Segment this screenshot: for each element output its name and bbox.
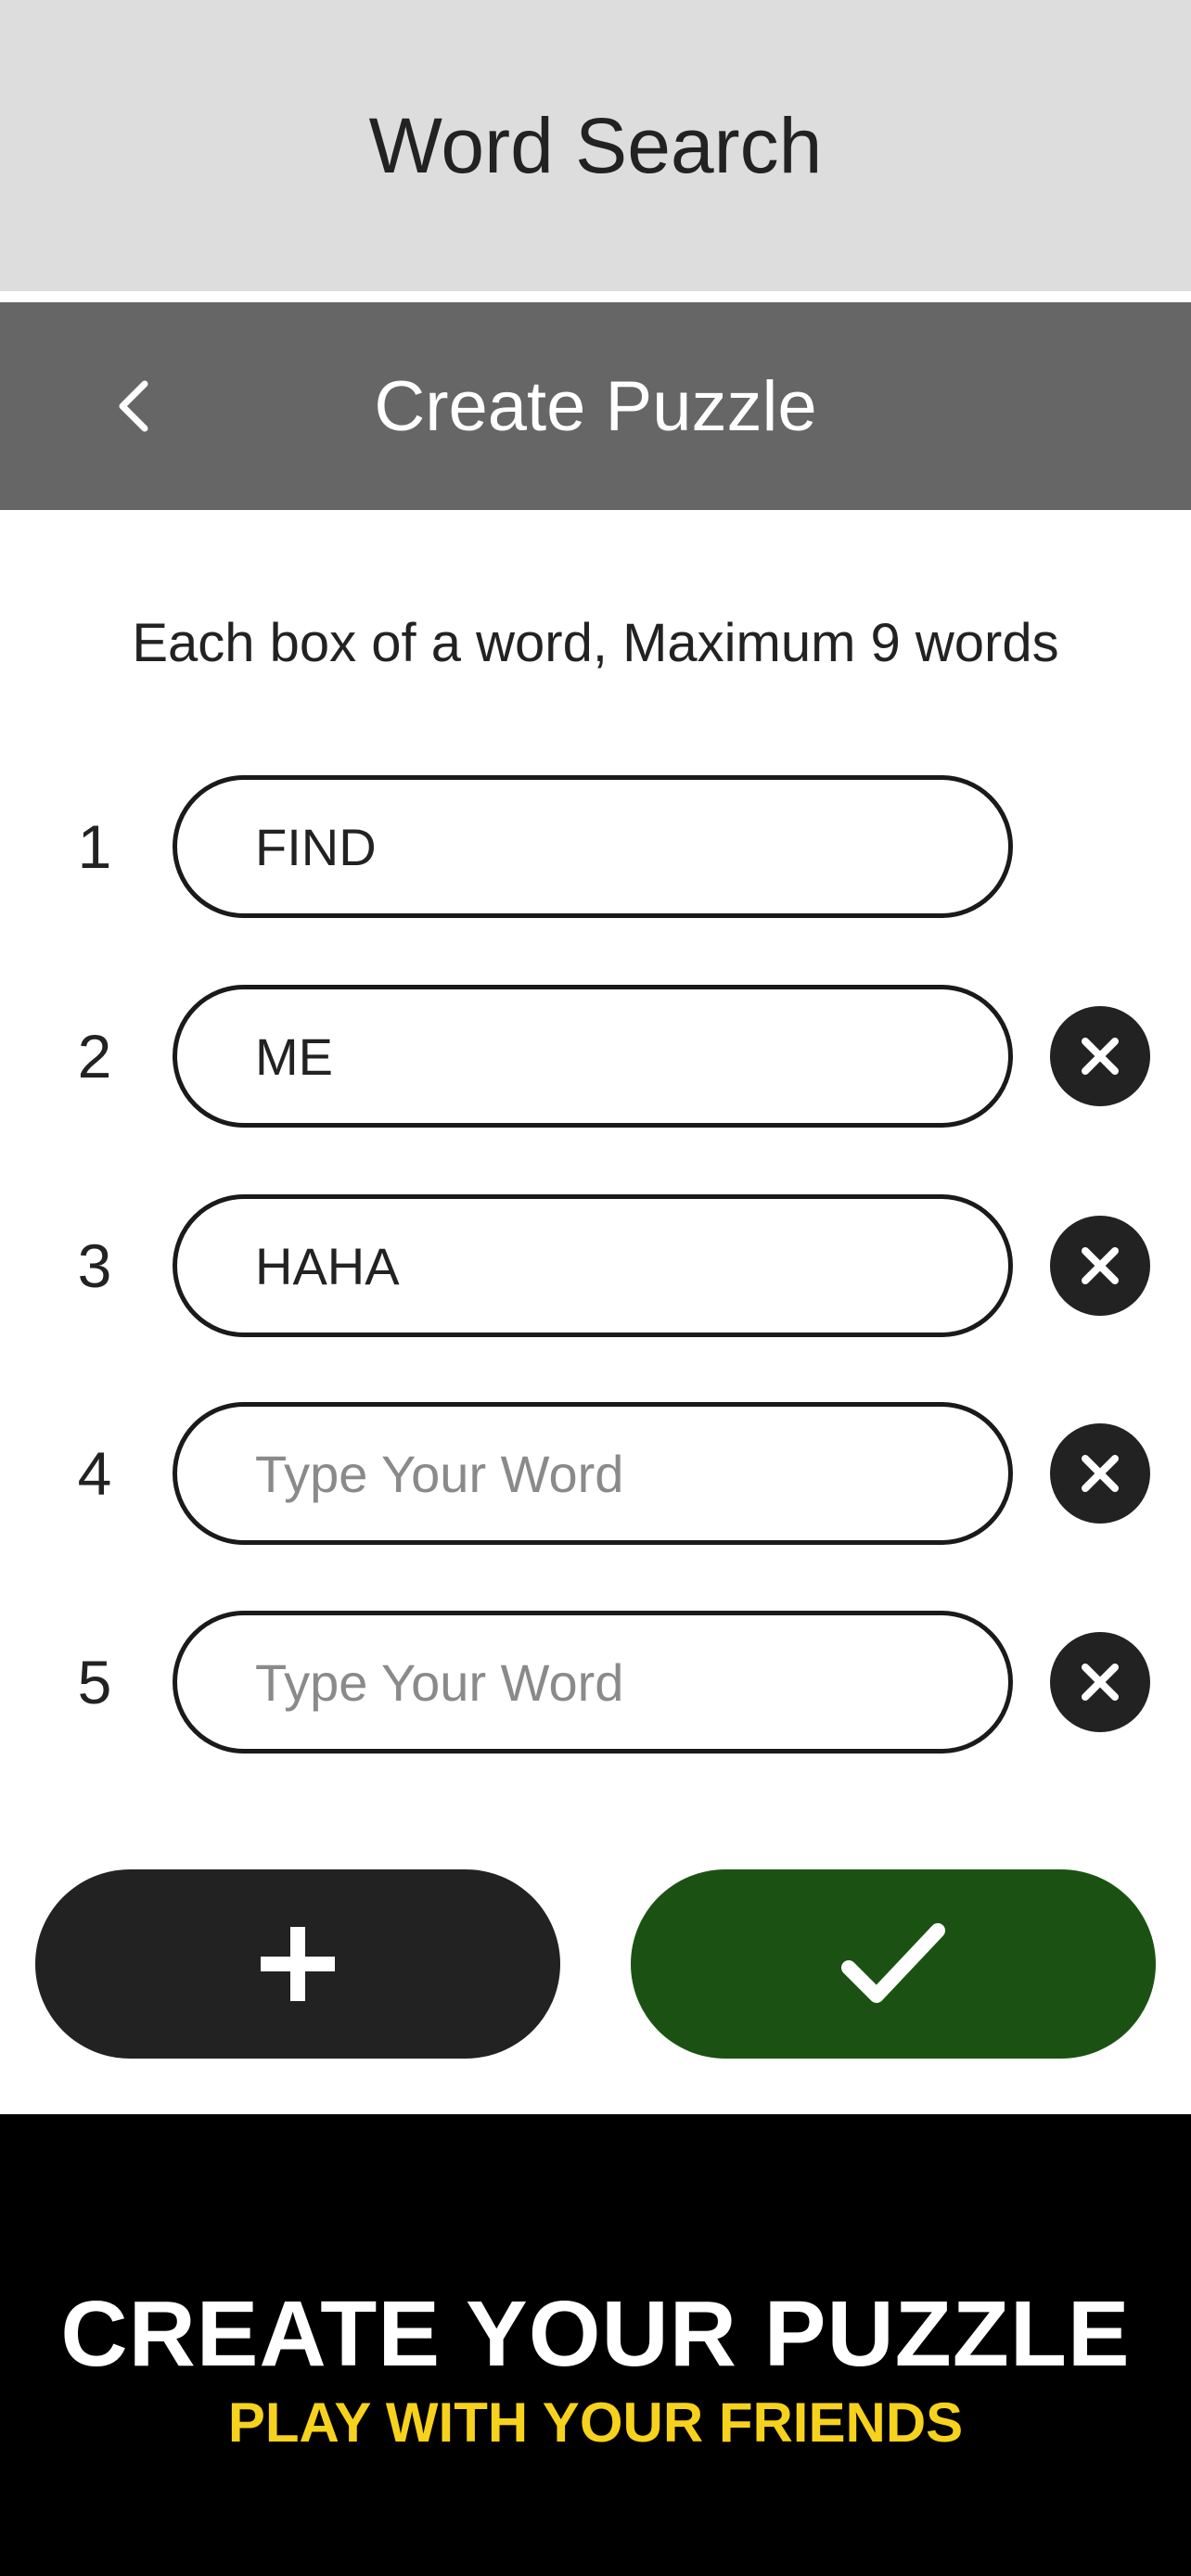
plus-icon xyxy=(261,1927,335,2001)
word-input-3[interactable] xyxy=(173,1194,1013,1337)
add-word-button[interactable] xyxy=(35,1869,560,2059)
word-row-3: 3 xyxy=(0,1194,1191,1337)
close-icon xyxy=(1082,1664,1119,1701)
word-input-4[interactable] xyxy=(173,1402,1013,1545)
word-row-5: 5 xyxy=(0,1611,1191,1753)
word-input-5[interactable] xyxy=(173,1611,1013,1753)
word-row-4: 4 xyxy=(0,1402,1191,1545)
close-icon xyxy=(1082,1038,1119,1075)
close-icon xyxy=(1082,1247,1119,1284)
promo-banner: CREATE YOUR PUZZLE PLAY WITH YOUR FRIEND… xyxy=(0,2114,1191,2576)
remove-word-button[interactable] xyxy=(1050,1006,1150,1106)
word-input-1[interactable] xyxy=(173,775,1013,918)
remove-word-button[interactable] xyxy=(1050,1216,1150,1316)
close-icon xyxy=(1082,1455,1119,1492)
remove-word-button[interactable] xyxy=(1050,1423,1150,1524)
checkmark-icon xyxy=(841,1923,945,2003)
instructions-text: Each box of a word, Maximum 9 words xyxy=(132,613,1059,673)
promo-subline: PLAY WITH YOUR FRIENDS xyxy=(227,2391,964,2454)
word-input-2[interactable] xyxy=(173,985,1013,1128)
row-number: 5 xyxy=(77,1648,112,1716)
word-row-1: 1 xyxy=(0,775,1191,918)
nav-bar: Create Puzzle xyxy=(0,302,1191,510)
remove-word-button[interactable] xyxy=(1050,1632,1150,1732)
row-number: 3 xyxy=(77,1231,112,1300)
header-divider xyxy=(0,291,1191,302)
chevron-left-icon xyxy=(119,380,148,432)
word-row-2: 2 xyxy=(0,985,1191,1128)
confirm-button[interactable] xyxy=(631,1869,1156,2059)
promo-headline: CREATE YOUR PUZZLE xyxy=(60,2282,1131,2386)
app-header: Word Search xyxy=(0,0,1191,291)
row-number: 2 xyxy=(77,1022,112,1090)
app-title: Word Search xyxy=(368,101,823,189)
back-button[interactable] xyxy=(89,362,178,451)
page-title: Create Puzzle xyxy=(374,366,817,446)
row-number: 4 xyxy=(77,1439,112,1508)
row-number: 1 xyxy=(77,812,112,881)
